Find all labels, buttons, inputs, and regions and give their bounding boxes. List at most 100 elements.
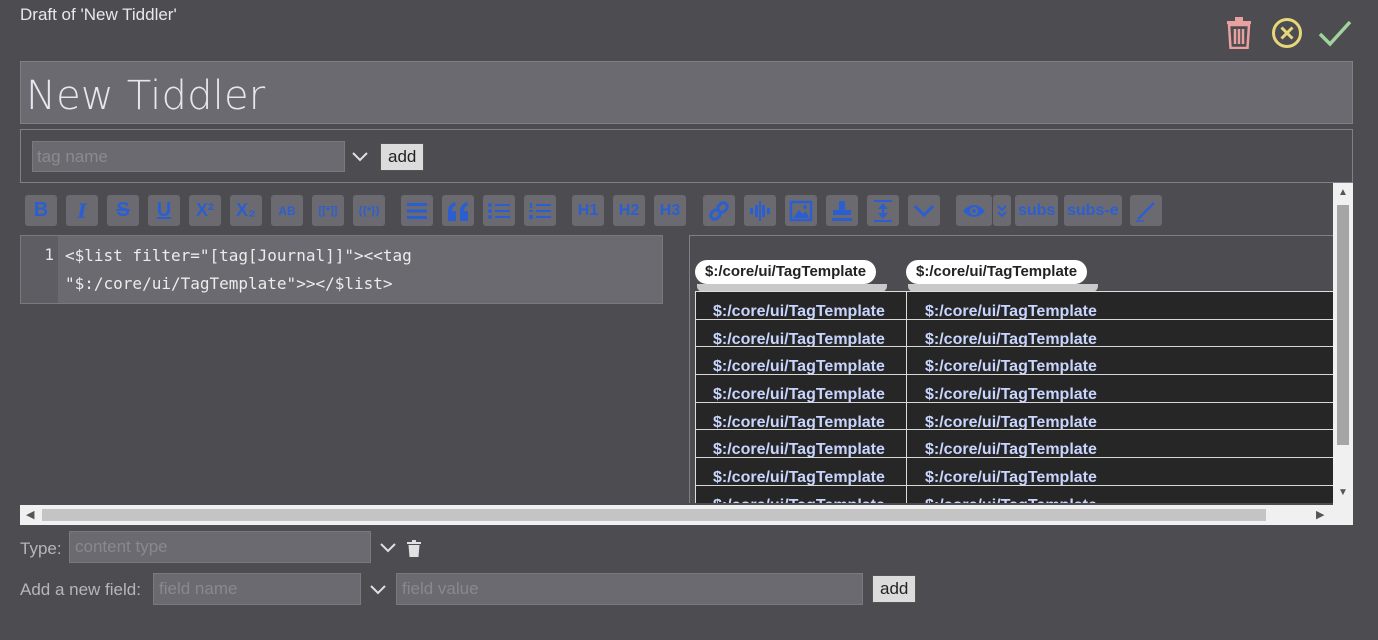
subs-button[interactable]: subs (1015, 195, 1059, 226)
add-tag-button[interactable]: add (380, 143, 425, 171)
field-name-dropdown-button[interactable] (365, 577, 391, 603)
horizontal-scrollbar[interactable]: ◀ ▶ (20, 505, 1353, 525)
edit-button[interactable] (1130, 195, 1162, 226)
content-type-input[interactable] (69, 531, 371, 563)
cancel-button[interactable] (1270, 14, 1304, 52)
list-item[interactable]: $:/core/ui/TagTemplate (907, 320, 1334, 348)
tag-pill[interactable]: $:/core/ui/TagTemplate (906, 260, 1088, 284)
numbered-list-button[interactable] (524, 195, 556, 226)
chevron-down-icon (380, 543, 396, 553)
list-item[interactable]: $:/core/ui/TagTemplate (696, 458, 906, 486)
list-item[interactable]: $:/core/ui/TagTemplate (696, 375, 906, 403)
underline-button[interactable]: U (148, 195, 180, 226)
list-item[interactable]: $:/core/ui/TagTemplate (907, 458, 1334, 486)
tag-dropdown-button[interactable] (347, 144, 373, 170)
heading-3-label: H3 (659, 201, 681, 219)
variable-icon: {{*}} (358, 204, 380, 217)
transclude-icon: [[*]] (318, 204, 338, 217)
link-button[interactable] (703, 195, 735, 226)
monospaced-block-button[interactable] (401, 195, 433, 226)
subs-e-button[interactable]: subs-e (1064, 195, 1122, 226)
list-item[interactable]: $:/core/ui/TagTemplate (907, 375, 1334, 403)
tag-row: add (20, 129, 1353, 183)
check-icon (1318, 20, 1352, 47)
new-field-label: Add a new field: (20, 580, 141, 599)
picture-button[interactable] (785, 195, 817, 226)
preview-type-button[interactable] (993, 195, 1011, 226)
type-label: Type: (20, 539, 62, 558)
done-button[interactable] (1318, 14, 1352, 52)
text-editor[interactable]: 1 <$list filter="[tag[Journal]]"><<tag "… (20, 235, 663, 304)
chevron-down-icon (352, 152, 368, 162)
field-name-input[interactable] (153, 573, 361, 605)
editor-code[interactable]: <$list filter="[tag[Journal]]"><<tag "$:… (65, 242, 655, 298)
heading-3-button[interactable]: H3 (654, 195, 686, 226)
subscript-button[interactable]: X₂ (230, 195, 262, 226)
subs-e-label: subs-e (1067, 201, 1119, 219)
tiddler-controls (1222, 14, 1352, 52)
scroll-right-icon[interactable]: ▶ (1316, 508, 1324, 521)
transclude-button[interactable]: [[*]] (312, 195, 344, 226)
strikethrough-icon: S (116, 199, 130, 221)
stamp-button[interactable] (826, 195, 858, 226)
add-field-button[interactable]: add (872, 575, 917, 603)
list-item[interactable]: $:/core/ui/TagTemplate (907, 430, 1334, 459)
trash-icon (407, 539, 421, 557)
chevron-down-icon (370, 585, 386, 595)
strikethrough-button[interactable]: S (107, 195, 139, 226)
vertical-scrollbar[interactable]: ▲ ▼ (1333, 183, 1353, 505)
list-item[interactable]: $:/core/ui/TagTemplate (696, 430, 906, 459)
trash-icon (1227, 17, 1251, 49)
bullet-list-button[interactable] (483, 195, 515, 226)
heading-2-button[interactable]: H2 (613, 195, 645, 226)
excise-button[interactable] (744, 195, 776, 226)
list-item[interactable]: $:/core/ui/TagTemplate (907, 292, 1334, 320)
line-number: 1 (44, 245, 54, 264)
subscript-icon: X₂ (235, 200, 256, 220)
scroll-left-icon[interactable]: ◀ (26, 508, 34, 521)
scroll-down-icon[interactable]: ▼ (1338, 487, 1348, 498)
quote-button[interactable] (442, 195, 474, 226)
horizontal-scroll-thumb[interactable] (42, 509, 1266, 521)
title-input[interactable] (21, 62, 1352, 123)
title-field-container (20, 61, 1353, 124)
list-item[interactable]: $:/core/ui/TagTemplate (696, 292, 906, 320)
bold-icon: B (33, 199, 49, 221)
preview-button[interactable] (956, 195, 992, 226)
smallcaps-icon: AB (278, 203, 296, 218)
delete-type-button[interactable] (401, 535, 427, 561)
editor-toolbar: B I S U X² X₂ AB [[*]] {{*}} H1 H2 H3 su… (25, 195, 1325, 227)
subs-label: subs (1018, 201, 1056, 219)
tag-dropdown-list: $:/core/ui/TagTemplate $:/core/ui/TagTemp… (695, 291, 907, 503)
draft-label: Draft of 'New Tiddler' (20, 5, 177, 24)
tag-pill[interactable]: $:/core/ui/TagTemplate (695, 260, 877, 284)
tag-name-input[interactable] (32, 141, 345, 172)
variable-button[interactable]: {{*}} (353, 195, 385, 226)
italic-button[interactable]: I (66, 195, 98, 226)
link-icon (709, 200, 729, 221)
superscript-button[interactable]: X² (189, 195, 221, 226)
size-button[interactable] (867, 195, 899, 226)
pen-icon (1136, 201, 1155, 222)
editor-frame: B I S U X² X₂ AB [[*]] {{*}} H1 H2 H3 su… (20, 183, 1353, 525)
bold-button[interactable]: B (25, 195, 57, 226)
list-item[interactable]: $:/core/ui/TagTemplate (696, 347, 906, 376)
numbered-list-icon (529, 202, 551, 219)
quote-icon (448, 201, 468, 221)
smallcaps-button[interactable]: AB (271, 195, 303, 226)
chevron-down-icon (913, 204, 935, 217)
superscript-icon: X² (196, 200, 214, 220)
scroll-up-icon[interactable]: ▲ (1338, 187, 1348, 198)
list-item[interactable]: $:/core/ui/TagTemplate (696, 486, 906, 503)
list-item[interactable]: $:/core/ui/TagTemplate (907, 403, 1334, 431)
list-item[interactable]: $:/core/ui/TagTemplate (907, 347, 1334, 376)
more-button[interactable] (908, 195, 940, 226)
field-value-input[interactable] (396, 573, 863, 605)
delete-button[interactable] (1222, 14, 1256, 52)
type-dropdown-button[interactable] (375, 535, 401, 561)
list-item[interactable]: $:/core/ui/TagTemplate (907, 486, 1334, 503)
vertical-scroll-thumb[interactable] (1337, 205, 1349, 445)
list-item[interactable]: $:/core/ui/TagTemplate (696, 403, 906, 431)
list-item[interactable]: $:/core/ui/TagTemplate (696, 320, 906, 348)
heading-1-button[interactable]: H1 (572, 195, 604, 226)
